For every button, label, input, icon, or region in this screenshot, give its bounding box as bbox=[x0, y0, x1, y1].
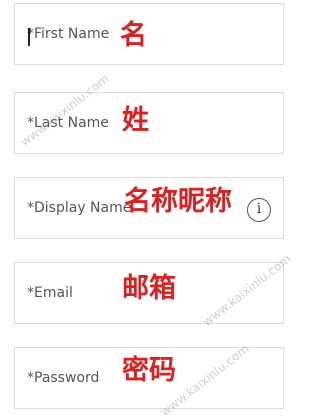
display-name-annotation: 名称昵称 bbox=[124, 186, 232, 217]
text-caret bbox=[28, 28, 30, 46]
info-icon[interactable]: i bbox=[247, 198, 271, 222]
last-name-field[interactable] bbox=[14, 92, 284, 154]
first-name-field[interactable] bbox=[14, 3, 284, 65]
display-name-input[interactable] bbox=[27, 178, 137, 238]
last-name-annotation: 姓 bbox=[122, 105, 149, 136]
email-annotation: 邮箱 bbox=[122, 273, 176, 304]
password-annotation: 密码 bbox=[122, 355, 176, 386]
first-name-annotation: 名 bbox=[120, 20, 147, 51]
